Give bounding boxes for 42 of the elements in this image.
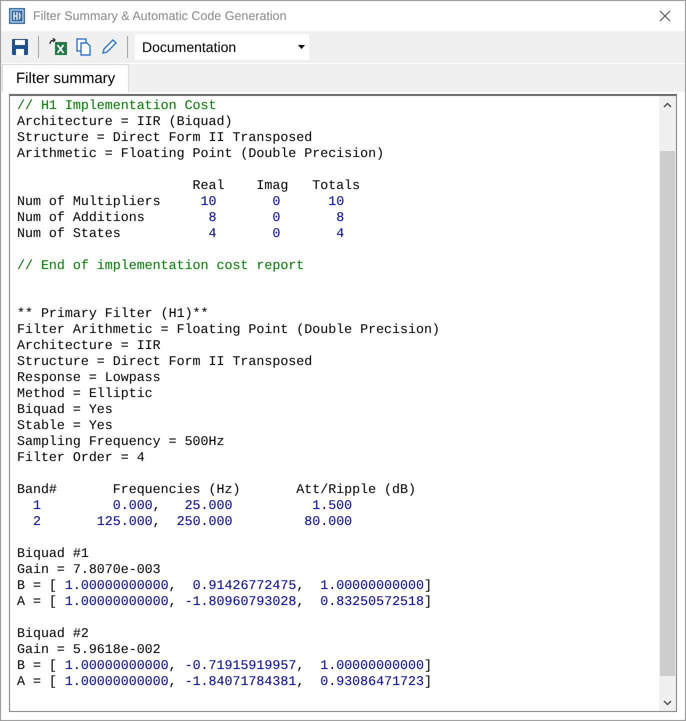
report-line: Arithmetic = Floating Point (Double Precision) (17, 146, 386, 162)
report-line: 2 125.000, 250.000 80.000 (32, 514, 354, 530)
report-line: Biquad #2 (17, 626, 90, 642)
report-line: Num of Multipliers 10 0 10 (17, 194, 346, 210)
report-line: Biquad #1 (17, 546, 90, 562)
report-line: Num of States 4 0 4 (17, 226, 346, 242)
report-line: Band# Frequencies (Hz) Att/Ripple (dB) (17, 482, 417, 498)
report-line: Sampling Frequency = 500Hz (17, 434, 226, 450)
app-icon (9, 8, 25, 24)
report-line: // End of implementation cost report (17, 258, 306, 274)
report-line: Biquad = Yes (17, 402, 114, 418)
report-line: B = [ 1.00000000000, -0.71915919957, 1.00000000000] (17, 658, 433, 674)
report-line: B = [ 1.00000000000, 0.91426772475, 1.00000000000] (17, 578, 433, 594)
save-button[interactable] (9, 36, 31, 58)
scrollbar-thumb[interactable] (660, 151, 675, 676)
scroll-up-icon[interactable] (663, 102, 672, 108)
report-line: A = [ 1.00000000000, -1.84071784381, 0.93086471723] (17, 674, 433, 690)
report-line: Gain = 5.9618e-002 (17, 642, 162, 658)
vertical-scrollbar[interactable] (659, 96, 676, 711)
tab[interactable]: Filter summary (2, 64, 130, 92)
report-line: Real Imag Totals (192, 178, 362, 194)
report-line: Method = Elliptic (17, 386, 154, 402)
report-line: Architecture = IIR (17, 338, 162, 354)
report-line: Num of Additions 8 0 8 (17, 210, 346, 226)
report-line: ** Primary Filter (H1)** (17, 306, 210, 322)
report-line: Response = Lowpass (17, 370, 162, 386)
report-line: A = [ 1.00000000000, -1.80960793028, 0.83250572518] (17, 594, 433, 610)
report-line: Structure = Direct Form II Transposed (17, 130, 314, 146)
report-line: Gain = 7.8070e-003 (17, 562, 162, 578)
report-line: Architecture = IIR (Biquad) (17, 114, 234, 130)
report-line: Structure = Direct Form II Transposed (17, 354, 314, 370)
report-line: Filter Order = 4 (17, 450, 146, 466)
scroll-down-icon[interactable] (663, 700, 672, 706)
view-select[interactable]: Documentation (135, 34, 309, 60)
report-line: // H1 Implementation Cost (17, 98, 218, 114)
report-line: Stable = Yes (17, 418, 114, 434)
close-icon[interactable] (659, 10, 671, 22)
report-text-area[interactable] (9, 94, 677, 712)
window-title: Filter Summary & Automatic Code Generation (33, 9, 288, 23)
report-line: Filter Arithmetic = Floating Point (Double Precision) (17, 322, 441, 338)
report-line: 1 0.000, 25.000 1.500 (32, 498, 354, 514)
caret-icon[interactable] (298, 45, 305, 49)
